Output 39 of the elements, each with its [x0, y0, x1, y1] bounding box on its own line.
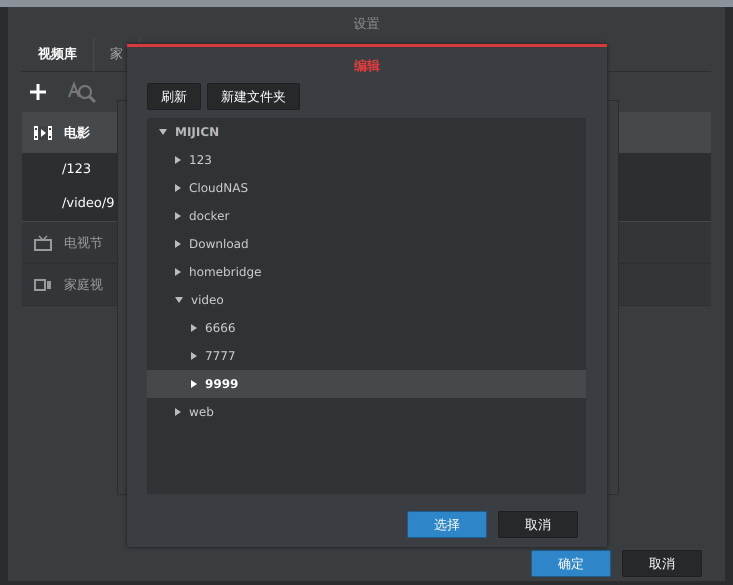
film-icon [34, 126, 52, 140]
collapsed-caret-icon [175, 212, 181, 220]
add-icon[interactable] [29, 83, 47, 101]
tree-item[interactable]: Download [147, 230, 586, 258]
search-icon[interactable] [67, 81, 97, 103]
tree-item[interactable]: homebridge [147, 258, 586, 286]
window-title: 设置 [352, 16, 380, 34]
tree-item[interactable]: 123 [147, 146, 586, 174]
toolbar-button[interactable]: 刷新 [147, 83, 201, 110]
dialog-button[interactable]: 确定 [531, 550, 611, 577]
library-name: 家庭视 [64, 276, 103, 294]
expanded-caret-icon [159, 129, 167, 135]
collapsed-caret-icon [175, 156, 181, 164]
dialog-title: 编辑 [354, 58, 380, 76]
collapsed-caret-icon [175, 408, 181, 416]
tree-item[interactable]: CloudNAS [147, 174, 586, 202]
tree-item[interactable]: video [147, 286, 586, 314]
tab[interactable]: 视频库 [22, 39, 94, 71]
expanded-caret-icon [175, 297, 183, 303]
tv-icon [34, 234, 52, 250]
collapsed-caret-icon [191, 324, 197, 332]
collapsed-caret-icon [175, 240, 181, 248]
collapsed-caret-icon [191, 352, 197, 360]
dialog-button[interactable]: 取消 [498, 511, 578, 538]
collapsed-caret-icon [175, 268, 181, 276]
tree-item[interactable]: MIJICN [147, 118, 586, 146]
tree-item[interactable]: web [147, 398, 586, 426]
dialog-button[interactable]: 选择 [407, 511, 487, 538]
collapsed-caret-icon [191, 380, 197, 388]
library-name: 电视节 [64, 234, 103, 252]
video-camera-icon [34, 278, 52, 290]
tree-item[interactable]: 9999 [147, 370, 586, 398]
tree-item[interactable]: 6666 [147, 314, 586, 342]
tree-item[interactable]: 7777 [147, 342, 586, 370]
tree-item[interactable]: docker [147, 202, 586, 230]
dialog-button[interactable]: 取消 [622, 550, 702, 577]
collapsed-caret-icon [175, 184, 181, 192]
toolbar-button[interactable]: 新建文件夹 [207, 83, 300, 110]
library-name: 电影 [64, 124, 90, 142]
